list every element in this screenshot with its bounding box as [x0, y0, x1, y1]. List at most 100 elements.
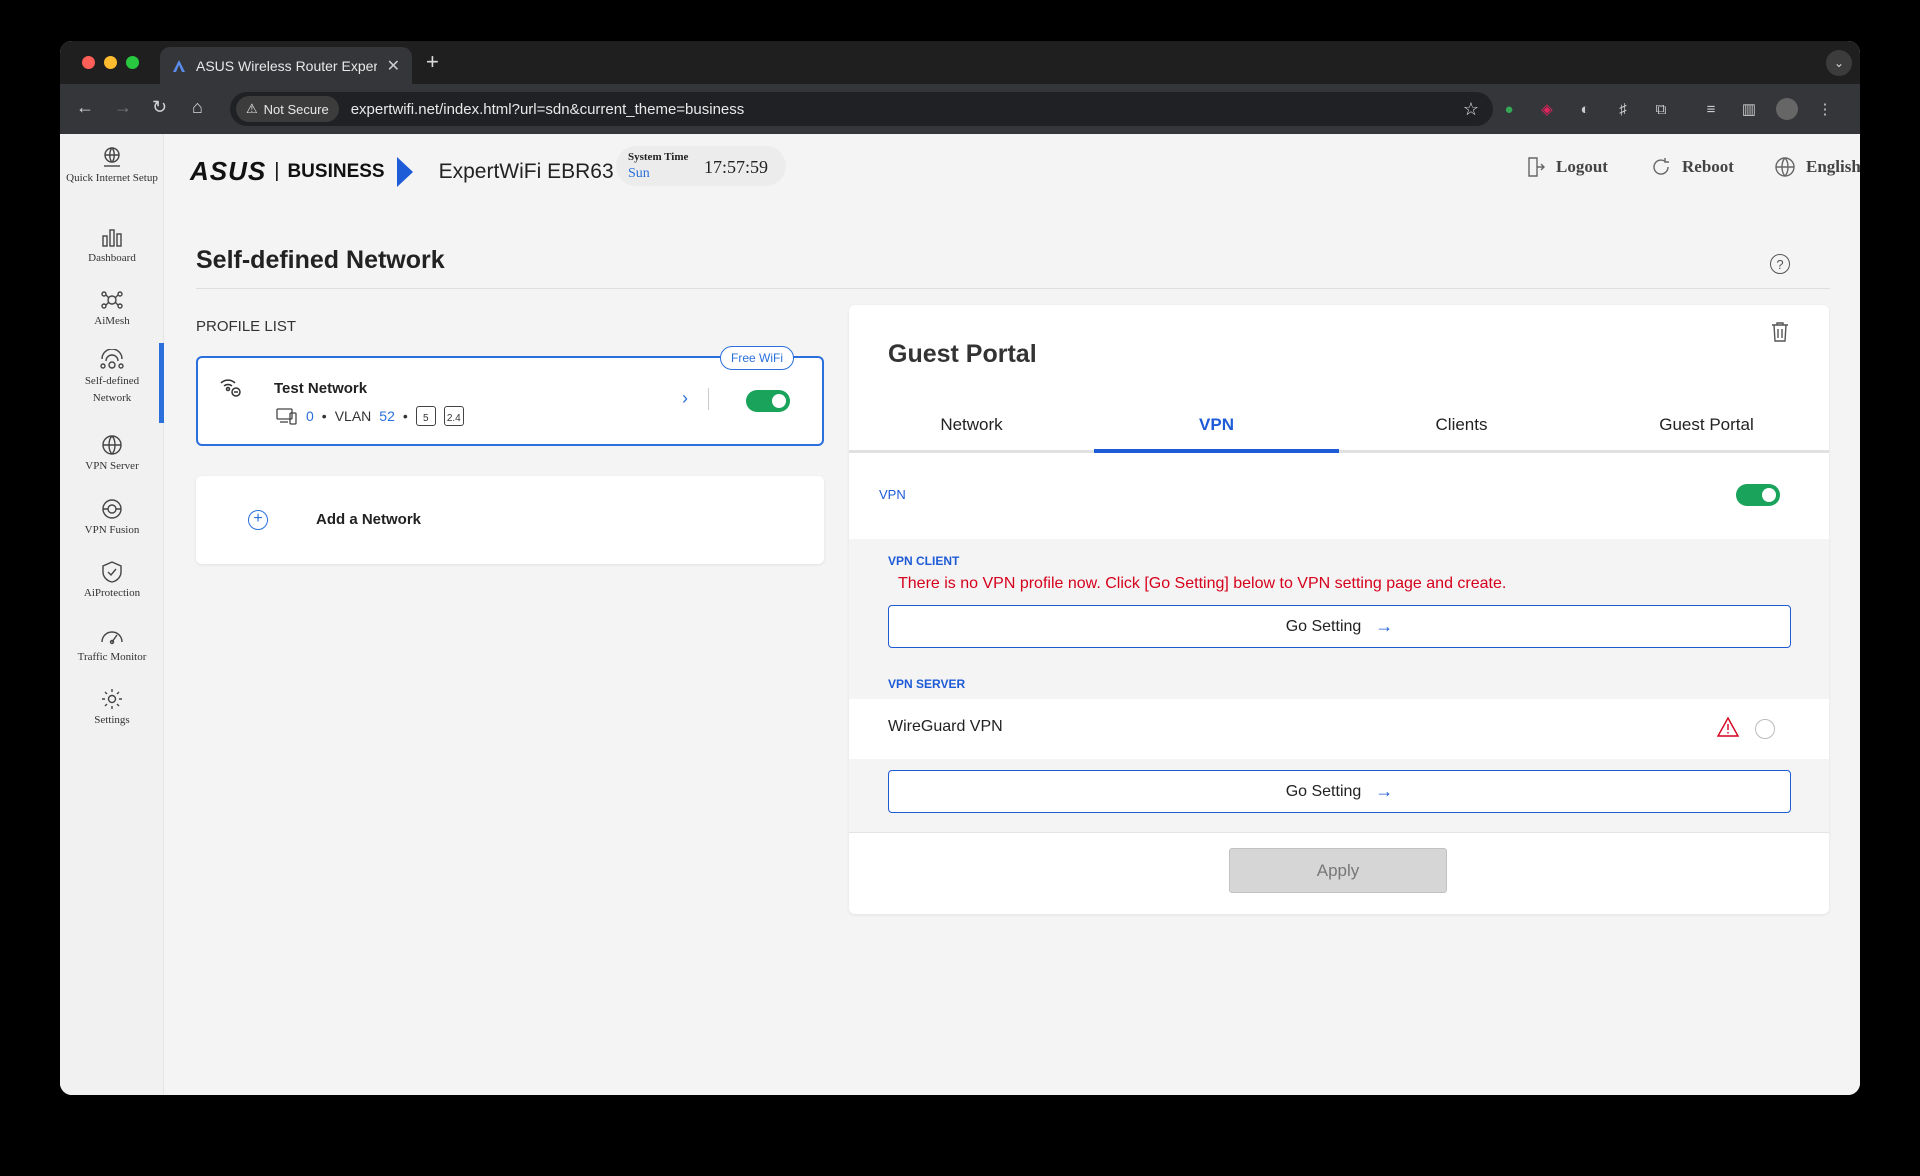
tab-bar: ASUS Wireless Router Exper ✕ + ⌄	[60, 41, 1860, 84]
sidebar-item-aiprotection[interactable]: AiProtection	[60, 561, 164, 602]
tab-clients[interactable]: Clients	[1339, 401, 1584, 450]
sidebar-item-label: Dashboard	[88, 252, 136, 264]
sidebar-item-vpn-fusion[interactable]: VPN Fusion	[60, 498, 164, 539]
url-text[interactable]: expertwifi.net/index.html?url=sdn&curren…	[351, 101, 1463, 118]
gauge-icon	[101, 631, 123, 645]
help-icon[interactable]: ?	[1770, 254, 1790, 274]
sidebar: Quick Internet Setup Dashboard AiMesh Se…	[60, 134, 164, 1095]
app-header: ASUS | BUSINESS ExpertWiFi EBR63 System …	[164, 134, 1860, 200]
not-secure-chip[interactable]: ⚠ Not Secure	[236, 96, 339, 122]
address-bar[interactable]: ⚠ Not Secure expertwifi.net/index.html?u…	[230, 92, 1493, 126]
band-24-label: 2.4	[446, 413, 461, 424]
extension-icon[interactable]: ♯	[1612, 98, 1634, 120]
logout-button[interactable]: Logout	[1526, 156, 1608, 178]
close-window-button[interactable]	[82, 56, 95, 69]
sidebar-item-label: VPN Fusion	[84, 524, 140, 536]
vpn-toggle[interactable]	[1736, 484, 1780, 506]
extension-icon[interactable]: ●	[1498, 98, 1520, 120]
profile-list-label: PROFILE LIST	[196, 318, 297, 335]
logo-divider: |	[274, 160, 280, 182]
asus-logo: ASUS	[190, 156, 267, 186]
sidebar-item-aimesh[interactable]: AiMesh	[60, 289, 164, 330]
go-setting-label: Go Setting	[1285, 782, 1362, 800]
vpn-server-go-setting-button[interactable]: Go Setting →	[888, 770, 1791, 813]
business-label: BUSINESS	[287, 160, 385, 182]
window-controls	[82, 56, 139, 69]
sidebar-item-label: Settings	[94, 714, 130, 726]
reload-icon[interactable]: ↻	[152, 97, 167, 118]
tab-network[interactable]: Network	[849, 401, 1094, 450]
page-title: Self-defined Network	[196, 246, 445, 274]
model-name: ExpertWiFi EBR63	[438, 159, 614, 183]
system-time-label: System Time	[628, 151, 689, 163]
free-wifi-badge: Free WiFi	[720, 346, 794, 370]
trash-icon[interactable]	[1771, 321, 1789, 343]
globe-icon	[1775, 157, 1795, 177]
warning-icon: ⚠	[246, 101, 258, 116]
sidebar-item-label: AiMesh	[94, 315, 130, 327]
asus-favicon-icon	[173, 59, 185, 72]
reading-list-icon[interactable]: ≡	[1700, 98, 1722, 120]
vpn-client-header: VPN CLIENT	[888, 554, 960, 568]
system-time: System Time Sun 17:57:59	[616, 146, 786, 186]
arrow-right-icon: →	[1375, 781, 1394, 801]
reboot-label: Reboot	[1682, 157, 1734, 176]
vpn-server-section: VPN SERVER	[849, 668, 1829, 699]
wireguard-row[interactable]: WireGuard VPN	[849, 699, 1829, 759]
apply-button[interactable]: Apply	[1229, 848, 1447, 893]
profile-toggle[interactable]	[746, 390, 790, 412]
extensions-puzzle-icon[interactable]: ⧉	[1650, 98, 1672, 120]
minimize-window-button[interactable]	[104, 56, 117, 69]
back-icon[interactable]: ←	[76, 97, 94, 118]
network-profile-icon	[220, 379, 241, 397]
globe-setup-icon	[104, 147, 120, 167]
maximize-window-button[interactable]	[126, 56, 139, 69]
logout-label: Logout	[1556, 157, 1608, 176]
forward-icon[interactable]: →	[114, 97, 132, 118]
sidebar-item-quick-internet-setup[interactable]: Quick Internet Setup	[60, 146, 164, 187]
dot-separator: •	[402, 408, 408, 424]
extension-icon[interactable]: ◐	[1574, 98, 1596, 120]
add-network-button[interactable]: + Add a Network	[196, 476, 824, 564]
network-icon	[100, 349, 124, 369]
warning-triangle-icon	[1717, 717, 1739, 737]
sidebar-item-self-defined-network[interactable]: Self-defined Network	[60, 343, 164, 423]
reboot-button[interactable]: Reboot	[1650, 156, 1734, 178]
mesh-icon	[101, 291, 123, 309]
bookmark-star-icon[interactable]: ☆	[1463, 99, 1479, 120]
profile-detail-panel: Guest Portal Network VPN Clients Guest P…	[849, 305, 1829, 914]
vpn-fusion-icon	[102, 499, 122, 519]
panel-title: Guest Portal	[888, 340, 1037, 368]
home-icon[interactable]: ⌂	[192, 97, 203, 118]
pocket-icon[interactable]: ◈	[1536, 98, 1558, 120]
tab-search-button[interactable]: ⌄	[1826, 50, 1852, 76]
vpn-client-error: There is no VPN profile now. Click [Go S…	[898, 575, 1507, 592]
close-tab-icon[interactable]: ✕	[387, 56, 400, 76]
sidebar-item-vpn-server[interactable]: VPN Server	[60, 434, 164, 475]
tab-vpn[interactable]: VPN	[1094, 401, 1339, 453]
chevron-logo-icon	[396, 156, 413, 187]
sidebar-item-label: Quick Internet Setup	[66, 172, 158, 184]
vpn-label: VPN	[879, 487, 906, 502]
language-selector[interactable]: English ▼	[1774, 156, 1860, 178]
vpn-client-go-setting-button[interactable]: Go Setting →	[888, 605, 1791, 648]
devices-icon	[276, 408, 297, 425]
gear-icon	[102, 689, 122, 709]
chevron-right-icon[interactable]: ›	[682, 388, 688, 409]
new-tab-button[interactable]: +	[426, 49, 439, 75]
arrow-right-icon: →	[1375, 616, 1394, 636]
wireguard-radio[interactable]	[1755, 719, 1775, 739]
side-panel-icon[interactable]: ▥	[1738, 98, 1760, 120]
sidebar-item-settings[interactable]: Settings	[60, 688, 164, 729]
panel-tabs: Network VPN Clients Guest Portal	[849, 401, 1829, 453]
tab-guest-portal[interactable]: Guest Portal	[1584, 401, 1829, 450]
sidebar-item-traffic-monitor[interactable]: Traffic Monitor	[60, 625, 164, 666]
browser-tab[interactable]: ASUS Wireless Router Exper ✕	[160, 47, 412, 84]
profile-avatar-icon[interactable]	[1776, 98, 1798, 120]
vertical-divider	[708, 388, 709, 410]
band-24ghz-icon: 2.4	[443, 406, 464, 426]
title-divider	[196, 288, 1830, 289]
sidebar-item-dashboard[interactable]: Dashboard	[60, 226, 164, 267]
menu-dots-icon[interactable]: ⋮	[1814, 98, 1836, 120]
sidebar-item-label: Traffic Monitor	[77, 651, 147, 663]
